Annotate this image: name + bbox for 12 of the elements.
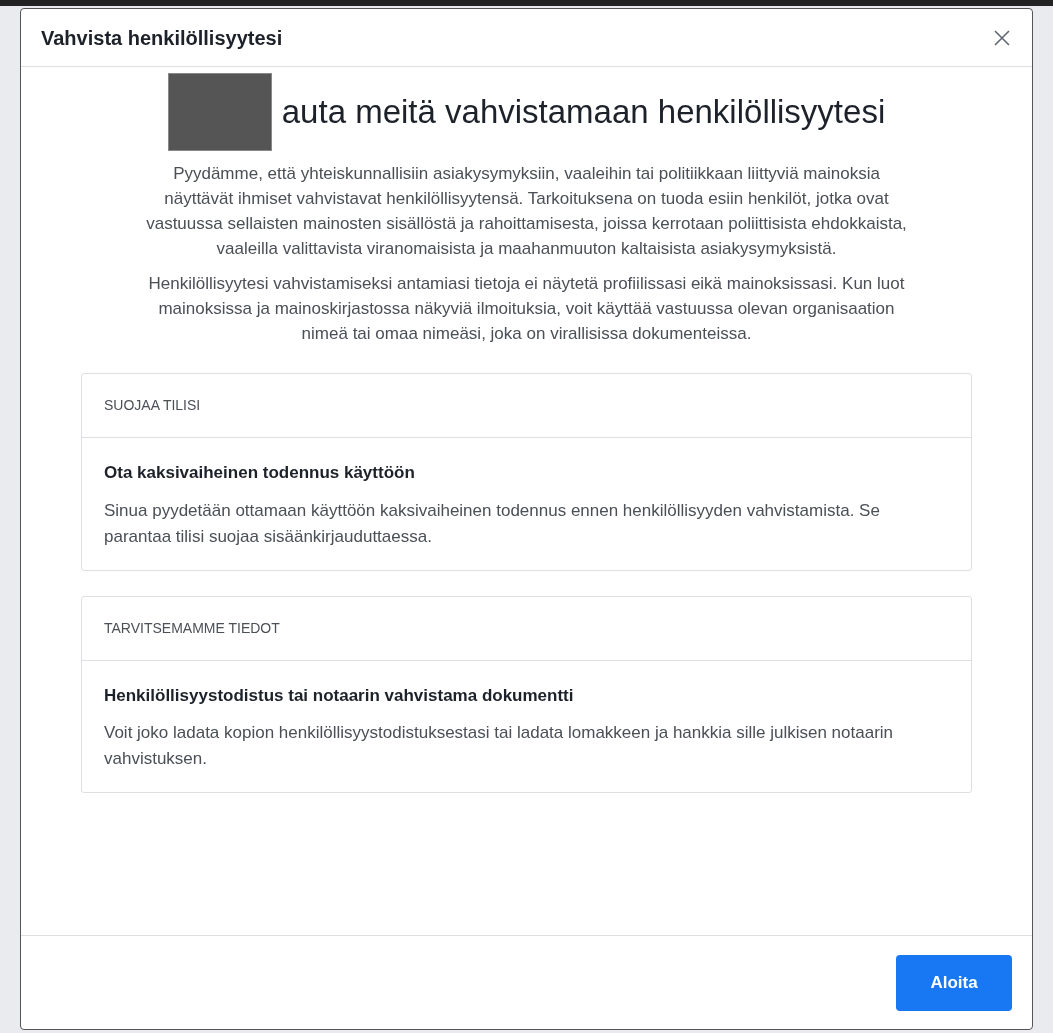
card-title: Ota kaksivaiheinen todennus käyttöön — [104, 462, 416, 484]
dialog-title: Vahvista henkilöllisyytesi — [41, 25, 283, 51]
close-icon[interactable] — [992, 27, 1012, 48]
card-title: Henkilöllisyystodistus tai notaarin vahvistama dokumentti — [104, 684, 575, 707]
card-header: SUOJAA TILISI — [104, 396, 201, 415]
card-text: Sinua pyydetään ottamaan käyttöön kaksivaiheinen todennus ennen henkilöllisyyden vahvistamista. Se parantaa tilisi suojaa sisäänkirjauduttaessa. — [104, 499, 881, 548]
info-paragraph: Henkilöllisyytesi vahvistamiseksi antamiasi tietoja ei näytetä profiilissasi eikä mainoksissasi. Kun luot mainoksissa ja mainoskirjastossa näkyviä ilmoituksia, voit käyttää vastuussa olevan organisaation nimeä tai omaa nimeäsi, joka on virallisissa dokumenteissa. — [147, 273, 906, 345]
card-text: Voit joko ladata kopion henkilöllisyystodistuksestasi tai ladata lomakkeen ja hankkia sille julkisen notaarin vahvistuksen. — [104, 722, 895, 770]
heading: auta meitä vahvistamaan henkilöllisyytesi — [281, 92, 886, 133]
info-paragraph: Pyydämme, että yhteiskunnallisiin asiakysymyksiin, vaaleihin tai politiikkaan liittyviä mainoksia näyttävät ihmiset vahvistavat henkilöllisyytensä. Tarkoituksena on tuoda esiin henkilöt, jotka ovat vastuussa sellaisten mainosten sisällöstä ja rahoittamisesta, joissa kerrotaan poliittisista ehdokkaista, vaaleilla valittavista viranomaisista ja maahanmuuton kaltaisista asiakysymyksistä. — [145, 163, 908, 260]
start-button[interactable]: Aloita — [896, 954, 1012, 1011]
card-header: TARVITSEMAMME TIEDOT — [104, 618, 280, 638]
